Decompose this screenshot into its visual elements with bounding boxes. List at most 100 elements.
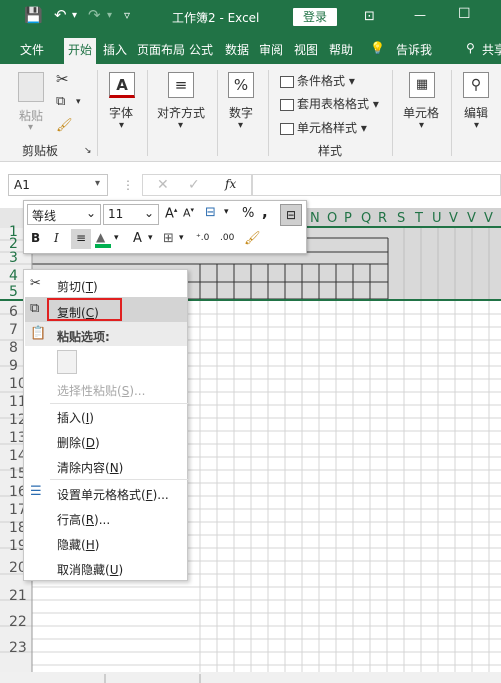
borders-icon[interactable]: ⊞ — [163, 231, 174, 246]
undo-icon[interactable]: ↶ — [54, 6, 67, 24]
percent-style-button[interactable]: % — [242, 206, 254, 221]
merge-format-icon[interactable]: ⊟ — [280, 204, 302, 226]
cut-icon[interactable]: ✂ — [56, 70, 69, 88]
font-color-dropdown-icon[interactable]: ▾ — [148, 233, 153, 243]
font-icon[interactable]: A — [109, 72, 135, 98]
column-header-w[interactable]: V — [467, 211, 476, 226]
column-header-r[interactable]: R — [378, 211, 387, 226]
search-icon[interactable]: ⚲ — [463, 72, 489, 98]
redo-icon[interactable]: ↷ — [88, 6, 101, 24]
ribbon-display-icon[interactable]: ⊡ — [364, 9, 375, 24]
tab-formulas[interactable]: 公式 — [189, 41, 213, 58]
minimize-icon[interactable]: — — [414, 8, 426, 22]
enter-icon[interactable]: ✓ — [188, 177, 200, 193]
font-size-dropdown-icon[interactable]: ⌄ — [144, 206, 154, 220]
tell-me-search[interactable]: 告诉我 — [396, 41, 432, 58]
cell-styles-button[interactable]: 单元格样式 ▾ — [280, 119, 367, 136]
tab-help[interactable]: 帮助 — [329, 41, 353, 58]
row-header[interactable]: 21 — [9, 588, 27, 604]
font-group-button[interactable]: 字体 — [109, 104, 133, 121]
cells-icon[interactable]: ▦ — [409, 72, 435, 98]
column-header-p[interactable]: P — [344, 211, 352, 226]
cut-menu-item[interactable]: 剪切(T) — [57, 278, 98, 295]
column-header-q[interactable]: Q — [361, 211, 371, 226]
format-cells-menu-item[interactable]: 设置单元格格式(F)... — [57, 486, 169, 503]
share-button[interactable]: 共享 — [482, 41, 501, 58]
cells-group-button[interactable]: 单元格 — [403, 104, 439, 121]
column-header-o[interactable]: O — [327, 211, 337, 226]
accounting-format-icon[interactable]: ⊟ — [205, 205, 216, 220]
fill-color-dropdown-icon[interactable]: ▾ — [114, 233, 119, 243]
alignment-icon[interactable]: ≡ — [168, 72, 194, 98]
conditional-formatting-button[interactable]: 条件格式 ▾ — [280, 72, 355, 89]
undo-dropdown-icon[interactable]: ▾ — [72, 10, 77, 21]
paste-special-menu-item[interactable]: 选择性粘贴(S)... — [57, 382, 145, 399]
tab-file[interactable]: 文件 — [20, 41, 44, 58]
paste-icon[interactable] — [18, 72, 44, 102]
clear-contents-menu-item[interactable]: 清除内容(N) — [57, 459, 123, 476]
row-header[interactable]: 9 — [9, 358, 18, 374]
hide-menu-item[interactable]: 隐藏(H) — [57, 536, 99, 553]
font-color-icon[interactable]: A — [133, 231, 142, 246]
column-header-v[interactable]: V — [449, 211, 458, 226]
row-header[interactable]: 3 — [9, 250, 18, 266]
insert-function-icon[interactable]: fx — [225, 177, 236, 191]
tab-view[interactable]: 视图 — [294, 41, 318, 58]
redo-dropdown-icon[interactable]: ▾ — [107, 10, 112, 21]
tab-data[interactable]: 数据 — [225, 41, 249, 58]
paste-dropdown-icon[interactable]: ▾ — [28, 122, 33, 133]
format-as-table-button[interactable]: 套用表格格式 ▾ — [280, 95, 379, 112]
paste-icon[interactable] — [57, 350, 77, 374]
login-button[interactable]: 登录 — [293, 8, 337, 26]
save-icon[interactable]: 💾 — [24, 6, 43, 24]
unhide-menu-item[interactable]: 取消隐藏(U) — [57, 561, 123, 578]
formula-input[interactable] — [252, 174, 501, 196]
row-header[interactable]: 22 — [9, 614, 27, 630]
tab-insert[interactable]: 插入 — [103, 41, 127, 58]
column-header-x[interactable]: V — [484, 211, 493, 226]
row-header[interactable]: 7 — [9, 322, 18, 338]
name-box-dropdown-icon[interactable]: ▾ — [95, 178, 100, 189]
copy-dropdown-icon[interactable]: ▾ — [76, 97, 81, 107]
column-header-u[interactable]: U — [432, 211, 442, 226]
borders-dropdown-icon[interactable]: ▾ — [179, 233, 184, 243]
restore-icon[interactable]: ☐ — [458, 6, 471, 22]
bold-button[interactable]: B — [27, 229, 45, 249]
column-header-t[interactable]: T — [415, 211, 423, 226]
percent-icon[interactable]: % — [228, 72, 254, 98]
alignment-group-button[interactable]: 对齐方式 — [157, 104, 205, 121]
tab-page-layout[interactable]: 页面布局 — [137, 41, 185, 58]
dialog-launcher-icon[interactable]: ↘ — [84, 146, 92, 156]
editing-group-button[interactable]: 编辑 — [464, 104, 488, 121]
decrease-font-icon[interactable]: A▾ — [183, 206, 194, 220]
tab-home[interactable]: 开始 — [64, 38, 97, 64]
customize-qat-icon[interactable]: ▿ — [124, 8, 130, 22]
increase-font-icon[interactable]: A▴ — [165, 206, 177, 221]
row-header[interactable]: 23 — [9, 640, 27, 656]
comma-style-button[interactable]: , — [262, 203, 268, 221]
row-header[interactable]: 4 — [9, 268, 18, 284]
font-size-box[interactable]: 11 ⌄ — [103, 204, 159, 225]
format-painter-icon[interactable]: 🖌 — [244, 231, 261, 246]
decrease-decimal-icon[interactable]: .00 — [220, 233, 234, 243]
row-header[interactable]: 8 — [9, 340, 18, 356]
number-group-button[interactable]: 数字 — [229, 104, 253, 121]
increase-decimal-icon[interactable]: ⁺.0 — [196, 233, 209, 243]
font-name-dropdown-icon[interactable]: ⌄ — [86, 206, 96, 220]
font-name-box[interactable]: 等线 ⌄ — [27, 204, 101, 225]
delete-menu-item[interactable]: 删除(D) — [57, 434, 100, 451]
accounting-dropdown-icon[interactable]: ▾ — [224, 207, 229, 217]
row-header[interactable]: 6 — [9, 304, 18, 320]
name-box[interactable]: A1 ▾ — [8, 174, 108, 196]
format-painter-icon[interactable]: 🖌 — [56, 118, 73, 133]
column-header-n[interactable]: N — [310, 211, 320, 226]
center-align-icon[interactable]: ≡ — [71, 229, 91, 249]
fill-color-icon[interactable]: ▲ — [96, 230, 105, 244]
insert-menu-item[interactable]: 插入(I) — [57, 409, 94, 426]
cancel-icon[interactable]: ✕ — [157, 177, 169, 193]
column-header-s[interactable]: S — [397, 211, 405, 226]
tab-review[interactable]: 审阅 — [259, 41, 283, 58]
copy-icon[interactable]: ⧉ — [56, 94, 65, 109]
italic-button[interactable]: I — [49, 229, 67, 249]
row-header[interactable]: 5 — [9, 284, 18, 300]
